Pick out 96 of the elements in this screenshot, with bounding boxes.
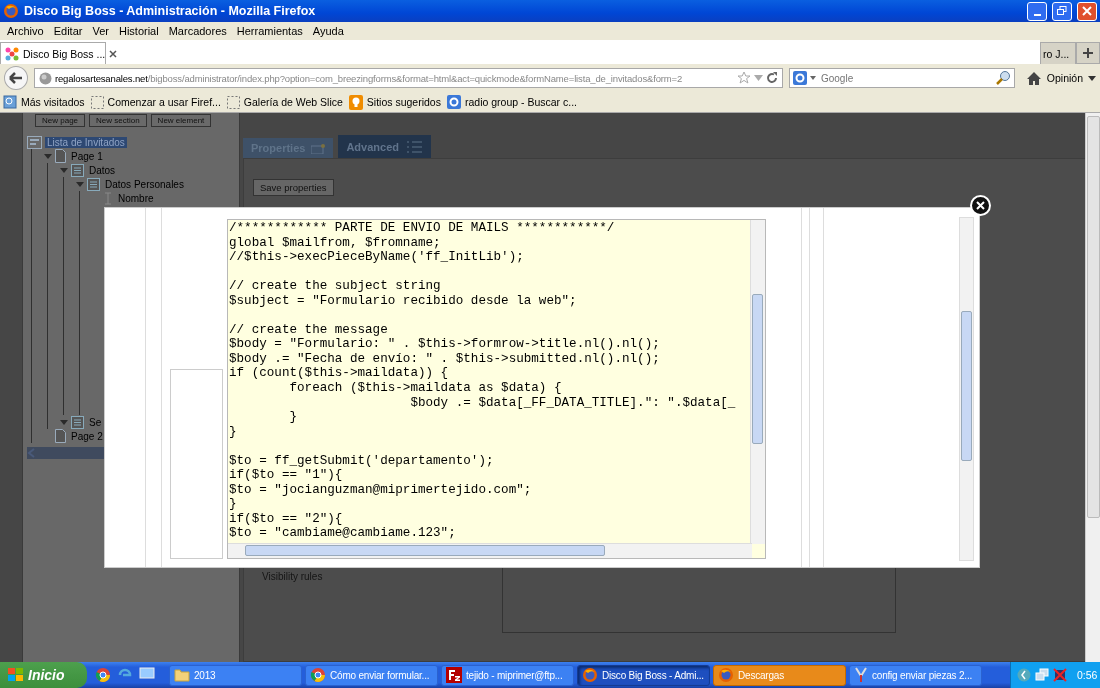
taskbar-button[interactable]: tejido - miprimer@ftp... <box>441 664 574 686</box>
menu-item[interactable]: Ver <box>87 25 114 37</box>
scrollbar-thumb[interactable] <box>961 311 972 461</box>
list-icon <box>87 177 100 191</box>
restore-icon <box>1057 6 1067 16</box>
tree-item[interactable]: Datos <box>87 164 118 176</box>
back-arrow-icon <box>8 72 23 84</box>
browser-tab[interactable]: ro J... <box>1040 42 1076 64</box>
menu-item[interactable]: Ayuda <box>307 25 349 37</box>
dashed-box-icon <box>90 95 104 109</box>
network-error-icon[interactable] <box>1053 668 1067 682</box>
bookmark-icon <box>3 95 17 109</box>
minimize-button[interactable] <box>1027 1 1047 21</box>
firefox-icon <box>718 667 734 683</box>
desktop-icon[interactable] <box>139 667 155 681</box>
ftp-icon <box>446 667 462 683</box>
address-bar[interactable]: regalosartesanales.net/bigboss/administrator/index.php?option=com_breezingforms&format=html&act=quickmode&formName=lista_de_invitados&form=2 <box>33 68 783 88</box>
bookmark-link[interactable]: radio group - Buscar c... <box>464 96 578 108</box>
firefox-icon <box>3 3 19 19</box>
tree-item[interactable]: Nombre <box>116 192 156 204</box>
code-text: /************ PARTE DE ENVIO DE MAILS ************/ global $mailfrom, $fromname; //$this->execPieceByName('ff_InitLib'); // create the subject string $subject = "Formulario recibido desde la web"; // create the message $body = "Formulario: " . $this->formrow->title.nl().nl(); $body .= "Fecha de envío: " . $this->submitted.nl().nl(); if (count($this->maildata)) { foreach ($this->maildata as $data) { $body .= $data[_FF_DATA_TITLE].": ".$data[_ } } $to = ff_getSubmit('departamento'); if($to == "1"){ $to = "jocianguzman@miprimertejido.com"; } if($to == "2"){ $to = "cambiame@cambiame.123"; <box>228 220 736 542</box>
page-icon <box>55 149 66 163</box>
scrollbar-thumb[interactable] <box>752 294 763 444</box>
chrome-icon <box>95 667 111 683</box>
scrollbar-thumb[interactable] <box>1087 116 1100 518</box>
joomla-icon <box>5 46 19 61</box>
menu-item[interactable]: Archivo <box>2 25 49 37</box>
bookmark-link[interactable]: Más visitados <box>21 96 85 108</box>
tree-item[interactable]: Datos Personales <box>103 178 186 190</box>
menu-item[interactable]: Herramientas <box>231 25 308 37</box>
minimize-icon <box>1033 14 1041 16</box>
save-properties-button[interactable]: Save properties <box>253 179 334 196</box>
reload-icon[interactable] <box>765 72 778 84</box>
list-icon <box>71 163 84 177</box>
close-icon <box>1082 6 1092 16</box>
search-icon[interactable] <box>994 70 1011 86</box>
toolbar-button[interactable]: New page <box>35 114 86 127</box>
menu-item[interactable]: Historial <box>113 25 164 37</box>
bookmark-link[interactable]: Galería de Web Slice <box>243 96 343 108</box>
plus-icon <box>1082 47 1094 59</box>
clock: 0:56 <box>1077 669 1098 681</box>
expand-icon[interactable] <box>75 180 84 188</box>
form-icon <box>27 135 42 149</box>
star-icon[interactable] <box>736 71 751 85</box>
expand-icon[interactable] <box>59 166 68 174</box>
new-tab-button[interactable] <box>1076 42 1100 64</box>
list-icon <box>71 415 84 429</box>
scrollbar-thumb[interactable] <box>245 545 605 556</box>
scrollbar[interactable] <box>750 220 765 544</box>
dropdown-icon[interactable] <box>809 76 816 80</box>
menu-item[interactable]: Marcadores <box>163 25 232 37</box>
tree-item[interactable]: Page 2 <box>69 430 105 442</box>
google-icon[interactable] <box>792 71 807 85</box>
scrollbar[interactable] <box>1085 113 1100 662</box>
restore-button[interactable] <box>1052 1 1072 21</box>
expand-icon[interactable] <box>59 418 68 426</box>
close-icon[interactable] <box>109 49 118 58</box>
toolbar-button[interactable]: New element <box>150 114 212 127</box>
close-icon <box>976 201 985 210</box>
tree-item[interactable]: Lista de Invitados <box>45 136 127 148</box>
chrome-icon <box>310 667 326 683</box>
panel-tab[interactable]: Advanced <box>338 135 431 158</box>
back-button[interactable] <box>4 66 28 90</box>
caret-icon <box>1088 75 1096 81</box>
google-icon <box>446 95 461 109</box>
field-icon <box>103 191 113 205</box>
folder-icon <box>174 668 190 682</box>
home-icon[interactable] <box>1026 71 1041 85</box>
tree-item[interactable]: Se <box>87 416 104 428</box>
taskbar-button[interactable]: config enviar piezas 2... <box>849 664 982 686</box>
bookmark-link[interactable]: Comenzar a usar Firef... <box>107 96 221 108</box>
taskbar-button[interactable]: Disco Big Boss - Admi... <box>577 664 710 686</box>
scrollbar[interactable] <box>228 543 752 558</box>
toolbar-button[interactable]: New section <box>89 114 147 127</box>
bookmark-link[interactable]: Sitios sugeridos <box>366 96 441 108</box>
firefox-icon <box>582 667 598 683</box>
network-icon[interactable] <box>1035 668 1049 682</box>
feedback-button[interactable]: Opinión <box>1046 72 1096 84</box>
page-icon <box>55 429 66 443</box>
tool-icon <box>854 667 868 683</box>
taskbar-button[interactable]: 2013 <box>169 664 302 686</box>
lightbulb-icon <box>348 94 363 110</box>
window-star-icon <box>311 142 326 154</box>
expand-icon[interactable] <box>43 152 52 160</box>
window-title: Disco Big Boss - Administración - Mozilla Firefox <box>24 4 317 18</box>
search-box[interactable]: Google <box>788 68 1015 88</box>
dashed-box-icon <box>226 95 240 109</box>
globe-icon <box>38 71 52 85</box>
menu-item[interactable]: Editar <box>48 25 88 37</box>
list-icon <box>405 139 423 154</box>
scrollbar[interactable] <box>959 217 974 561</box>
taskbar-button[interactable]: Descargas <box>713 664 846 686</box>
tree-item[interactable]: Page 1 <box>69 150 105 162</box>
taskbar-button[interactable]: Cómo enviar formular... <box>305 664 438 686</box>
start-button[interactable]: Inicio <box>0 662 87 688</box>
windows-logo-icon <box>8 668 24 682</box>
